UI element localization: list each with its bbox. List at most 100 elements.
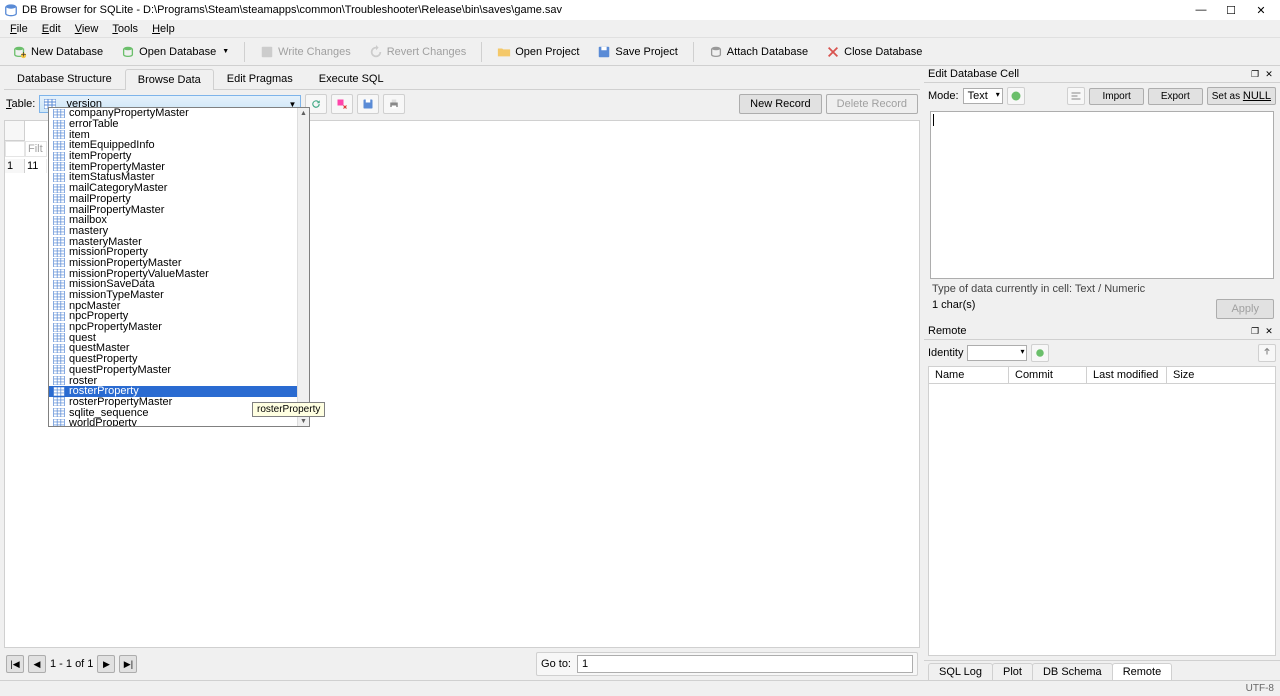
new-record-button[interactable]: New Record	[739, 94, 822, 114]
open-project-button[interactable]: Open Project	[490, 41, 586, 63]
toolbar-separator	[481, 42, 482, 62]
table-icon	[53, 323, 65, 332]
col-name[interactable]: Name	[929, 367, 1009, 383]
col-size[interactable]: Size	[1167, 367, 1275, 383]
identity-select[interactable]	[967, 345, 1027, 361]
close-db-icon	[826, 45, 840, 59]
cell-editor[interactable]	[930, 111, 1274, 279]
table-icon	[53, 248, 65, 257]
dropdown-item[interactable]: worldProperty	[49, 418, 297, 426]
clear-filters-button[interactable]	[331, 94, 353, 114]
dropdown-scrollbar[interactable]: ▲ ▼	[297, 108, 309, 426]
open-db-icon	[121, 45, 135, 59]
edit-cell-panel-header: Edit Database Cell ❐ ✕	[924, 66, 1280, 83]
row-number: 1	[5, 159, 25, 173]
attach-icon	[709, 45, 723, 59]
attach-database-button[interactable]: Attach Database	[702, 41, 815, 63]
window-controls: — ☐ ✕	[1186, 1, 1276, 19]
svg-text:+: +	[21, 49, 27, 59]
delete-record-button: Delete Record	[826, 94, 918, 114]
table-dropdown[interactable]: companyPropertyMastererrorTableitemitemE…	[48, 107, 310, 427]
goto-input[interactable]	[577, 655, 913, 673]
table-icon	[53, 226, 65, 235]
tab-structure[interactable]: Database Structure	[4, 68, 125, 89]
push-button[interactable]	[1258, 344, 1276, 362]
goto-label: Go to:	[541, 658, 571, 670]
import-button[interactable]: Import	[1089, 88, 1143, 105]
new-database-button[interactable]: + New Database	[6, 41, 110, 63]
menubar: File Edit View Tools Help	[0, 20, 1280, 38]
panel-close-button[interactable]: ✕	[1262, 68, 1276, 80]
mode-select[interactable]: Text	[963, 88, 1003, 104]
remote-table: Name Commit Last modified Size	[928, 366, 1276, 656]
btab-sql-log[interactable]: SQL Log	[928, 663, 993, 680]
panel-undock-button[interactable]: ❐	[1248, 325, 1262, 337]
filter-input[interactable]: Filt	[25, 141, 47, 157]
identity-label: Identity	[928, 347, 963, 359]
tab-browse[interactable]: Browse Data	[125, 69, 214, 90]
titlebar: DB Browser for SQLite - D:\Programs\Stea…	[0, 0, 1280, 20]
panel-undock-button[interactable]: ❐	[1248, 68, 1262, 80]
export-button[interactable]: Export	[1148, 88, 1203, 105]
maximize-button[interactable]: ☐	[1216, 1, 1246, 19]
prev-page-button[interactable]: ◀	[28, 655, 46, 673]
table-icon	[53, 194, 65, 203]
revert-icon	[369, 45, 383, 59]
app-icon	[4, 3, 18, 17]
tab-pragmas[interactable]: Edit Pragmas	[214, 68, 306, 89]
close-button[interactable]: ✕	[1246, 1, 1276, 19]
write-changes-button: Write Changes	[253, 41, 358, 63]
btab-plot[interactable]: Plot	[992, 663, 1033, 680]
mode-label: Mode:	[928, 90, 959, 102]
next-page-button[interactable]: ▶	[97, 655, 115, 673]
first-page-button[interactable]: |◀	[6, 655, 24, 673]
identity-refresh-button[interactable]	[1031, 344, 1049, 362]
table-icon	[53, 301, 65, 310]
tooltip: rosterProperty	[252, 402, 325, 417]
menu-edit[interactable]: Edit	[36, 21, 67, 37]
toolbar-separator	[693, 42, 694, 62]
menu-tools[interactable]: Tools	[106, 21, 144, 37]
col-commit[interactable]: Commit	[1009, 367, 1087, 383]
table-icon	[53, 141, 65, 150]
table-icon	[53, 365, 65, 374]
menu-file[interactable]: File	[4, 21, 34, 37]
revert-changes-button: Revert Changes	[362, 41, 474, 63]
open-database-button[interactable]: Open Database ▼	[114, 41, 236, 63]
table-icon	[53, 258, 65, 267]
table-icon	[53, 269, 65, 278]
btab-schema[interactable]: DB Schema	[1032, 663, 1113, 680]
menu-view[interactable]: View	[69, 21, 105, 37]
window-title: DB Browser for SQLite - D:\Programs\Stea…	[22, 4, 1186, 16]
tab-sql[interactable]: Execute SQL	[306, 68, 397, 89]
minimize-button[interactable]: —	[1186, 1, 1216, 19]
save-table-button[interactable]	[357, 94, 379, 114]
table-icon	[53, 120, 65, 129]
print-button[interactable]	[383, 94, 405, 114]
text-cursor	[933, 114, 934, 126]
col-modified[interactable]: Last modified	[1087, 367, 1167, 383]
chevron-down-icon: ▼	[222, 48, 229, 55]
scroll-up-icon[interactable]: ▲	[298, 108, 309, 118]
save-project-button[interactable]: Save Project	[590, 41, 684, 63]
char-count: 1 char(s)	[930, 299, 975, 319]
btab-remote[interactable]: Remote	[1112, 663, 1173, 680]
cell-value[interactable]: 11	[25, 159, 47, 173]
table-icon	[53, 162, 65, 171]
bottom-tabs: SQL Log Plot DB Schema Remote	[924, 660, 1280, 680]
table-icon	[53, 333, 65, 342]
set-null-button[interactable]: Set as NULL	[1207, 87, 1276, 105]
statusbar: UTF-8	[0, 680, 1280, 696]
last-page-button[interactable]: ▶|	[119, 655, 137, 673]
table-icon	[53, 291, 65, 300]
text-align-button[interactable]	[1067, 87, 1085, 105]
table-icon	[53, 355, 65, 364]
close-database-button[interactable]: Close Database	[819, 41, 929, 63]
scroll-down-icon[interactable]: ▼	[298, 416, 309, 426]
main-tabs: Database Structure Browse Data Edit Prag…	[4, 68, 920, 90]
table-icon	[53, 173, 65, 182]
format-button[interactable]	[1007, 87, 1025, 105]
panel-close-button[interactable]: ✕	[1262, 325, 1276, 337]
table-icon	[53, 344, 65, 353]
menu-help[interactable]: Help	[146, 21, 181, 37]
